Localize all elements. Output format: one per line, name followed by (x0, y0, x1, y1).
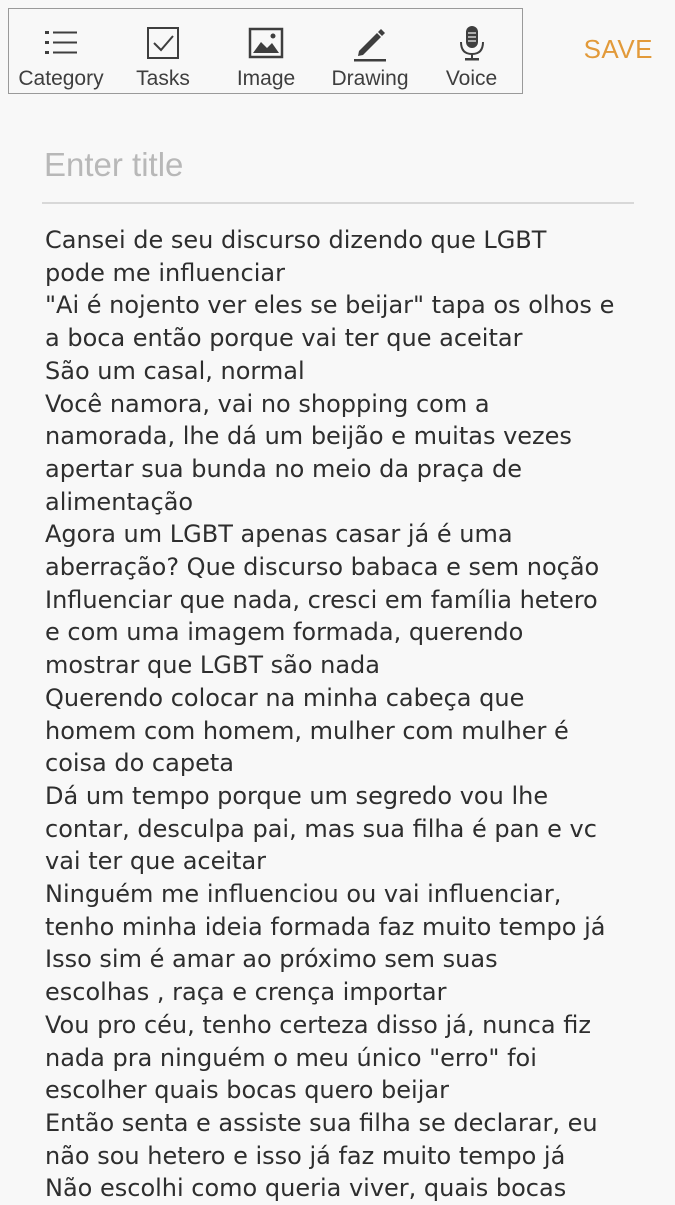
body-line: e com uma imagem formada, querendo (45, 618, 524, 647)
image-button[interactable]: Image (213, 9, 319, 93)
body-line: Vou pro céu, tenho certeza disso já, nun… (45, 1010, 591, 1039)
body-line: Não escolhi como queria viver, quais boc… (45, 1174, 567, 1203)
drawing-label: Drawing (331, 67, 409, 90)
title-input[interactable] (44, 140, 634, 190)
save-button[interactable]: SAVE (584, 34, 653, 65)
body-line: pode me influenciar (45, 258, 285, 287)
body-line: Influenciar que nada, cresci em família … (45, 585, 598, 614)
body-line: coisa do capeta (45, 749, 234, 778)
body-line: Você namora, vai no shopping com a (45, 389, 490, 418)
body-line: vai ter que aceitar (45, 847, 267, 876)
body-line: mostrar que LGBT são nada (45, 651, 380, 680)
tasks-label: Tasks (136, 67, 190, 90)
body-line: nada pra ninguém o meu único "erro" foi (45, 1043, 537, 1072)
voice-label: Voice (445, 67, 498, 90)
body-line: escolhas , raça e crença importar (45, 978, 447, 1007)
tasks-button[interactable]: Tasks (113, 9, 213, 93)
checkbox-icon (143, 23, 183, 63)
image-label: Image (236, 67, 296, 90)
title-divider (42, 202, 634, 204)
body-line: "Ai é nojento ver eles se beijar" tapa o… (45, 291, 615, 320)
image-icon (246, 23, 286, 63)
body-line: Agora um LGBT apenas casar já é uma (45, 520, 513, 549)
body-line: São um casal, normal (45, 356, 305, 385)
voice-button[interactable]: Voice (421, 9, 522, 93)
body-line: Querendo colocar na minha cabeça que (45, 683, 525, 712)
body-line: alimentação (45, 487, 194, 516)
body-line: escolher quais bocas quero beijar (45, 1076, 449, 1105)
body-line: Então senta e assiste sua filha se decla… (45, 1108, 598, 1137)
body-line: apertar sua bunda no meio da praça de (45, 454, 523, 483)
category-label: Category (18, 67, 104, 90)
body-line: Cansei de seu discurso dizendo que LGBT (45, 226, 547, 254)
note-toolbar: Category Tasks Image Drawing Voice (8, 8, 523, 94)
drawing-button[interactable]: Drawing (319, 9, 421, 93)
body-line: contar, desculpa pai, mas sua filha é pa… (45, 814, 597, 843)
list-icon (41, 23, 81, 63)
microphone-icon (452, 23, 492, 63)
body-line: Dá um tempo porque um segredo vou lhe (45, 781, 549, 810)
body-line: namorada, lhe dá um beijão e muitas veze… (45, 422, 572, 451)
body-line: não sou hetero e isso já faz muito tempo… (45, 1141, 566, 1170)
note-body[interactable]: Cansei de seu discurso dizendo que LGBT p… (45, 224, 667, 1205)
pen-icon (350, 23, 390, 63)
body-line: homem com homem, mulher com mulher é (45, 716, 569, 745)
body-line: tenho minha ideia formada faz muito temp… (45, 912, 606, 941)
body-line: Ninguém me influenciou ou vai influencia… (45, 880, 562, 909)
body-line: a boca então porque vai ter que aceitar (45, 324, 523, 353)
body-line: Isso sim é amar ao próximo sem suas (45, 945, 498, 974)
category-button[interactable]: Category (9, 9, 113, 93)
body-line: aberração? Que discurso babaca e sem noç… (45, 553, 600, 582)
